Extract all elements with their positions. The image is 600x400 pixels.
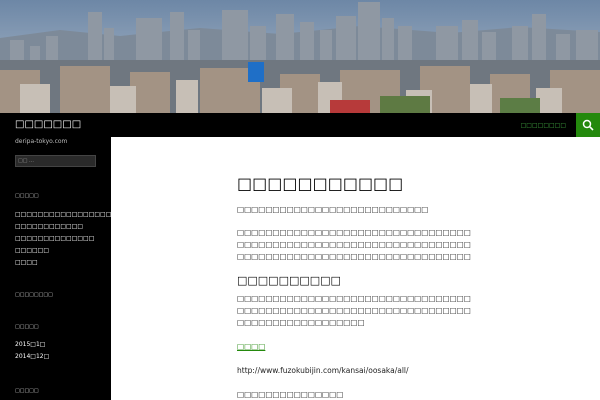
sidebar-search-input[interactable] bbox=[16, 156, 97, 166]
post-paragraph: □□□□□□□□□□□□□□□□□□□□□□□□□□□□□□□□□□□□□□□□… bbox=[237, 294, 471, 327]
archive-link[interactable]: 2015□1□ bbox=[15, 339, 49, 351]
search-icon bbox=[582, 119, 594, 131]
post-title[interactable]: □□□□□□□□□□□ bbox=[237, 174, 403, 194]
recent-comments-widget-title: □□□□□□□□ bbox=[15, 292, 53, 298]
archives-widget-title: □□□□□ bbox=[15, 324, 39, 330]
top-bar bbox=[0, 113, 600, 137]
post-paragraph: □□□□□□□□□□□□□□□ bbox=[237, 390, 344, 399]
site-title[interactable]: □□□□□□□ bbox=[15, 119, 81, 131]
primary-menu-label[interactable]: □□□□□□□□ bbox=[521, 122, 566, 130]
categories-widget-title: □□□□□ bbox=[15, 388, 39, 394]
archives-list: 2015□1□ 2014□12□ bbox=[15, 339, 49, 363]
search-toggle-button[interactable] bbox=[576, 113, 600, 137]
sidebar-search-box bbox=[15, 155, 97, 167]
site-tagline: deripa-tokyo.com bbox=[15, 138, 68, 145]
post-subheading: □□□□□□□□□□ bbox=[237, 274, 341, 287]
post-paragraph: □□□□□□□□□□□□□□□□□□□□□□□□□□□□□□□□□□□□□□□□… bbox=[237, 228, 471, 261]
recent-posts-widget-title: □□□□□ bbox=[15, 193, 39, 199]
post-link[interactable]: □□□□ bbox=[237, 342, 265, 352]
header-image bbox=[0, 0, 600, 113]
archive-link[interactable]: 2014□12□ bbox=[15, 351, 49, 363]
post-paragraph: □□□□□□□□□□□□□□□□□□□□□□□□□□□ bbox=[237, 205, 429, 214]
post-url-text: http://www.fuzokubijin.com/kansai/oosaka… bbox=[237, 366, 409, 375]
